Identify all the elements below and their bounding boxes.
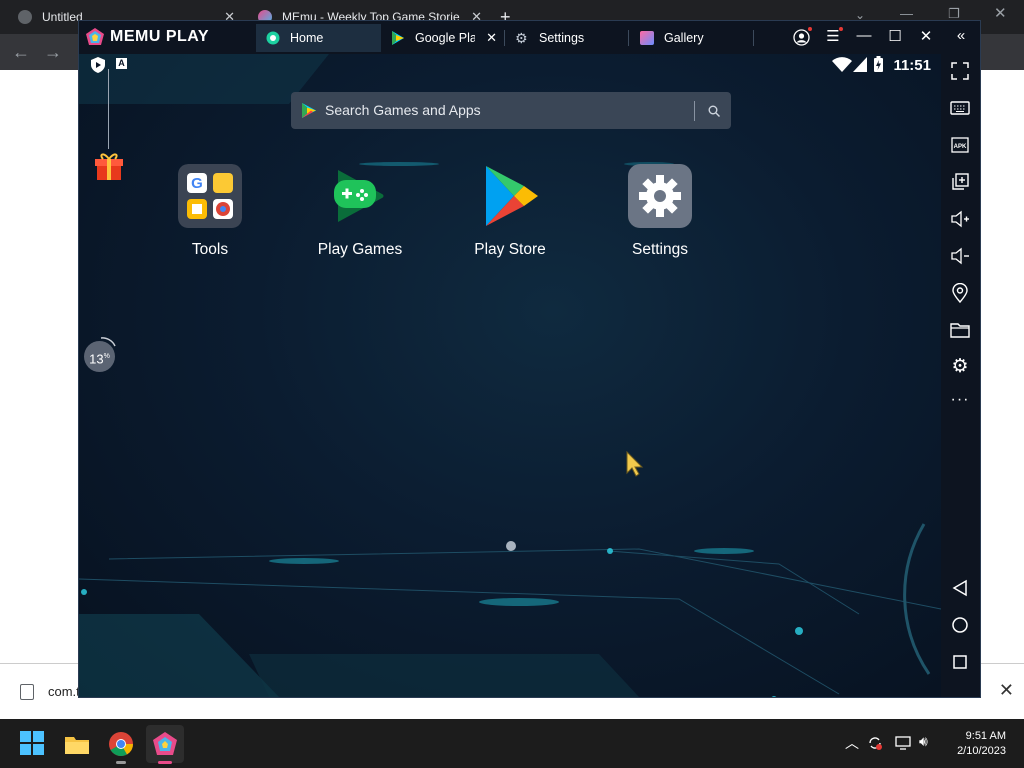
keyboard-icon[interactable] [950,98,970,118]
clock-time: 9:51 AM [965,730,1006,742]
signal-icon [853,57,867,72]
play-store-icon [486,166,538,226]
tab-label: Settings [539,31,585,45]
active-indicator [158,761,172,764]
progress-value: 13 [89,351,104,367]
home-nav-icon[interactable] [950,615,970,635]
back-icon[interactable] [950,578,970,598]
clock-date: 2/10/2023 [957,745,1006,757]
gift-icon[interactable] [93,149,125,181]
folder-icon[interactable] [950,320,970,340]
running-indicator [116,761,126,764]
memu-window: MEMU PLAY Home Google Play ✕ ⚙ Settings … [78,20,981,698]
app-tools[interactable]: G Tools [150,164,270,259]
app-label: Tools [191,241,229,258]
settings-app-icon [628,164,692,228]
memu-logo-text: MEMU PLAY [110,28,210,45]
close-icon[interactable]: ✕ [486,30,497,46]
browser-tab-title: Untitled [42,10,83,24]
more-icon[interactable]: ··· [950,390,970,410]
chevron-up-icon[interactable]: ︿ [845,733,859,753]
tools-folder-icon: G [178,164,242,228]
account-icon[interactable] [793,29,810,46]
notification-dot [808,27,812,31]
file-explorer-icon[interactable] [64,731,90,757]
page-indicator-dot [506,541,516,551]
volume-icon[interactable]: 🔊︎ [919,733,928,750]
svg-text:G: G [191,175,203,192]
progress-unit: % [103,353,110,360]
android-screen: A 11:51 Search Games and Apps G Tools Pl… [79,54,941,697]
play-games-icon [334,170,384,222]
notification-dot [839,27,843,31]
app-play-store[interactable]: Play Store [450,164,570,259]
tab-google-play[interactable]: Google Play ✕ [381,24,505,52]
windows-start-icon[interactable] [20,731,44,755]
svg-text:APK: APK [954,144,967,150]
tab-label: Gallery [664,31,704,45]
gallery-icon [640,31,654,45]
a-badge-icon: A [116,58,127,69]
back-arrow-icon[interactable]: ← [12,42,30,63]
wallpaper [79,54,941,697]
location-icon[interactable] [950,283,970,303]
memu-logo-icon [86,28,104,45]
tab-settings[interactable]: ⚙ Settings [505,24,629,52]
download-filename[interactable]: com.t [48,684,80,699]
app-label: Play Games [317,241,403,258]
windows-taskbar: ︿ 🔊︎ 9:51 AM 2/10/2023 [0,719,1024,768]
play-icon [392,31,404,45]
status-time: 11:51 [893,57,931,74]
sync-icon[interactable] [867,735,883,751]
minimize-icon[interactable]: — [900,6,913,21]
fullscreen-icon[interactable] [950,61,970,81]
play-store-mini-icon [302,103,316,118]
memu-logo: MEMU PLAY [85,27,209,47]
search-icon[interactable] [708,105,720,117]
apk-icon[interactable]: APK [950,135,970,155]
search-bar[interactable]: Search Games and Apps [291,92,731,129]
app-label: Play Store [474,241,546,258]
volume-down-icon[interactable] [950,246,970,266]
chrome-icon[interactable] [108,731,134,757]
progress-arc [100,337,116,347]
close-icon[interactable]: ✕ [994,4,1007,22]
tab-home[interactable]: Home [256,24,381,52]
wifi-icon [832,57,852,72]
settings-icon[interactable]: ⚙ [950,357,970,377]
app-settings[interactable]: Settings [600,164,720,259]
gift-string [108,69,109,149]
tab-label: Google Play [415,31,475,45]
search-placeholder: Search Games and Apps [325,102,481,118]
forward-arrow-icon[interactable]: → [44,42,62,63]
close-button[interactable]: ✕ [916,27,936,45]
globe-icon [18,10,32,24]
mouse-cursor-icon [626,451,644,477]
home-icon [266,31,280,45]
file-icon [20,684,34,700]
memu-sidebar: APK ⚙ ··· [941,54,980,697]
maximize-button[interactable]: ☐ [885,27,905,45]
memu-taskbar-icon[interactable] [152,731,178,757]
collapse-sidebar-button[interactable]: « [951,27,971,44]
network-icon[interactable] [895,735,913,751]
volume-up-icon[interactable] [950,209,970,229]
tab-gallery[interactable]: Gallery [630,24,754,52]
gear-icon: ⚙ [515,30,528,46]
shield-icon [91,57,105,73]
memu-title-bar: MEMU PLAY Home Google Play ✕ ⚙ Settings … [79,21,980,54]
close-icon[interactable]: ✕ [999,680,1014,701]
recents-icon[interactable] [950,652,970,672]
battery-icon [874,56,883,72]
app-play-games[interactable]: Play Games [300,164,420,259]
multi-window-icon[interactable] [950,172,970,192]
minimize-button[interactable]: — [854,27,874,44]
clock[interactable]: 9:51 AM 2/10/2023 [957,729,1006,759]
tab-label: Home [290,31,324,45]
app-label: Settings [631,241,688,258]
